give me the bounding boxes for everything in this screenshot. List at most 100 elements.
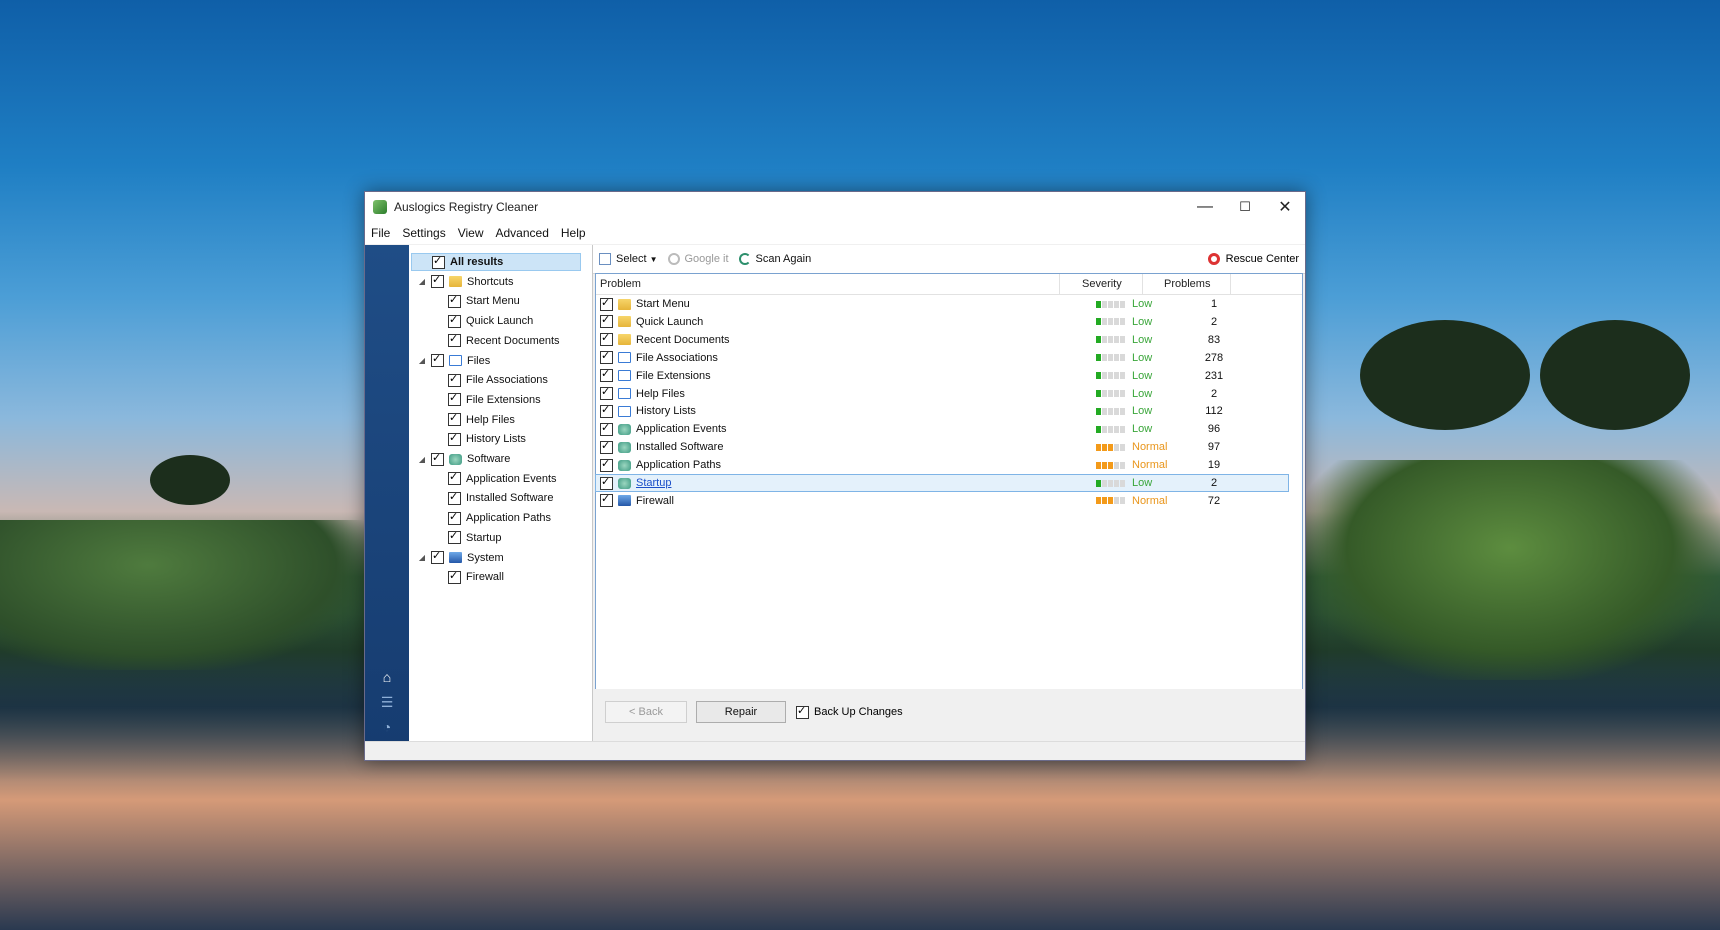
tree-checkbox[interactable] [448, 372, 461, 387]
severity-bar-segment [1108, 479, 1113, 487]
menu-file[interactable]: File [365, 226, 396, 240]
tree-group-files[interactable]: ◢ Files [417, 352, 490, 370]
registry-cleaner-window: Auslogics Registry Cleaner — ☐ ✕ File Se… [364, 191, 1306, 761]
backup-checkbox[interactable] [796, 704, 809, 719]
row-checkbox[interactable] [600, 367, 613, 383]
tree-checkbox[interactable] [448, 490, 461, 505]
tree-checkbox[interactable] [448, 293, 461, 308]
severity-bar-segment [1108, 354, 1113, 362]
tree-checkbox[interactable] [448, 313, 461, 328]
problem-name: Recent Documents [636, 333, 730, 346]
tree-item-all-results[interactable]: All results [411, 253, 581, 271]
table-row[interactable]: Help Files Low 2 [596, 385, 1288, 402]
header-problem[interactable]: Problem [600, 278, 641, 290]
table-row[interactable]: Startup Low 2 [595, 474, 1289, 492]
problem-count: 96 [1207, 423, 1221, 436]
tree-item-firewall[interactable]: Firewall [448, 568, 504, 586]
severity-cell: Low [1096, 423, 1184, 435]
menu-help[interactable]: Help [555, 226, 592, 240]
row-checkbox[interactable] [600, 439, 613, 454]
expand-icon[interactable]: ◢ [417, 277, 427, 286]
tree-group-software[interactable]: ◢ Software [417, 450, 510, 468]
tree-checkbox[interactable] [448, 529, 461, 545]
minimize-button[interactable]: — [1185, 192, 1225, 222]
tree-group-system[interactable]: ◢ System [417, 549, 504, 567]
tree-checkbox[interactable] [448, 332, 461, 348]
menu-advanced[interactable]: Advanced [490, 226, 555, 240]
menu-settings[interactable]: Settings [396, 226, 451, 240]
tree-checkbox[interactable] [448, 510, 461, 525]
back-button[interactable]: < Back [605, 701, 687, 723]
tree-item-application-events[interactable]: Application Events [448, 470, 557, 488]
tree-item-recent-documents[interactable]: Recent Documents [448, 332, 560, 350]
header-severity[interactable]: Severity [1082, 278, 1122, 290]
background-tree [150, 455, 230, 505]
tree-checkbox[interactable] [448, 470, 461, 486]
severity-bar-segment [1120, 354, 1125, 362]
maximize-button[interactable]: ☐ [1225, 192, 1265, 222]
gauge-icon[interactable]: ◔ [377, 719, 397, 737]
tree-checkbox[interactable] [448, 569, 461, 584]
tree-item-startup[interactable]: Startup [448, 529, 501, 547]
tree-item-file-associations[interactable]: File Associations [448, 371, 548, 389]
close-button[interactable]: ✕ [1265, 192, 1305, 222]
expand-icon[interactable]: ◢ [417, 356, 427, 365]
problem-cell: Firewall [618, 495, 1096, 507]
table-row[interactable]: Application Paths Normal 19 [596, 457, 1288, 473]
tree-checkbox[interactable] [431, 273, 444, 289]
list-icon[interactable]: ☰ [377, 694, 397, 712]
severity-label: Low [1132, 477, 1153, 489]
table-row[interactable]: History Lists Low 112 [596, 403, 1288, 419]
select-dropdown[interactable]: Select ▼ [599, 253, 658, 265]
table-row[interactable]: File Associations Low 278 [596, 349, 1288, 366]
tree-checkbox[interactable] [431, 451, 444, 466]
tree-item-history-lists[interactable]: History Lists [448, 430, 526, 448]
backup-changes-option[interactable]: Back Up Changes [796, 704, 903, 719]
scan-again-button[interactable]: Scan Again [738, 253, 811, 265]
tree-item-help-files[interactable]: Help Files [448, 411, 515, 429]
tree-checkbox[interactable] [448, 431, 461, 446]
severity-cell: Normal [1096, 441, 1184, 453]
row-checkbox[interactable] [600, 457, 613, 472]
table-row[interactable]: Firewall Normal 72 [596, 492, 1288, 509]
row-checkbox[interactable] [600, 385, 613, 400]
tree-item-file-extensions[interactable]: File Extensions [448, 391, 541, 409]
tree-checkbox[interactable] [431, 352, 444, 367]
row-checkbox[interactable] [600, 349, 613, 365]
row-checkbox[interactable] [600, 313, 613, 329]
expand-icon[interactable]: ◢ [417, 553, 427, 562]
table-row[interactable]: Installed Software Normal 97 [596, 439, 1288, 455]
tree-item-installed-software[interactable]: Installed Software [448, 489, 553, 507]
row-checkbox[interactable] [600, 421, 613, 436]
tree-group-shortcuts[interactable]: ◢ Shortcuts [417, 273, 513, 291]
problem-name: Application Events [636, 423, 727, 436]
menu-view[interactable]: View [452, 226, 490, 240]
google-it-button[interactable]: Google it [667, 253, 729, 265]
table-row[interactable]: Application Events Low 96 [596, 421, 1288, 437]
severity-label: Low [1132, 405, 1153, 418]
row-checkbox[interactable] [600, 492, 613, 508]
table-row[interactable]: File Extensions Low 231 [596, 367, 1288, 384]
expand-icon[interactable]: ◢ [417, 455, 427, 464]
row-checkbox[interactable] [600, 403, 613, 418]
repair-button[interactable]: Repair [696, 701, 786, 723]
tree-checkbox[interactable] [431, 549, 444, 564]
tree-item-quick-launch[interactable]: Quick Launch [448, 312, 533, 330]
tree-checkbox[interactable] [448, 391, 461, 407]
row-checkbox[interactable] [600, 331, 613, 347]
table-row[interactable]: Recent Documents Low 83 [596, 331, 1288, 348]
header-problems[interactable]: Problems [1164, 278, 1210, 290]
tree-item-application-paths[interactable]: Application Paths [448, 509, 551, 527]
row-checkbox[interactable] [600, 475, 613, 490]
table-row[interactable]: Quick Launch Low 2 [596, 313, 1288, 330]
tree-checkbox[interactable] [448, 411, 461, 427]
tree-label: Help Files [466, 413, 515, 426]
problem-cell: Recent Documents [618, 334, 1096, 346]
rescue-center-button[interactable]: Rescue Center [1207, 253, 1299, 265]
table-row[interactable]: Start Menu Low 1 [596, 296, 1288, 312]
home-icon[interactable]: ⌂ [377, 669, 397, 687]
row-checkbox[interactable] [600, 296, 613, 311]
tree-item-start-menu[interactable]: Start Menu [448, 292, 520, 310]
tree-checkbox[interactable] [432, 254, 445, 269]
severity-label: Low [1132, 369, 1153, 382]
